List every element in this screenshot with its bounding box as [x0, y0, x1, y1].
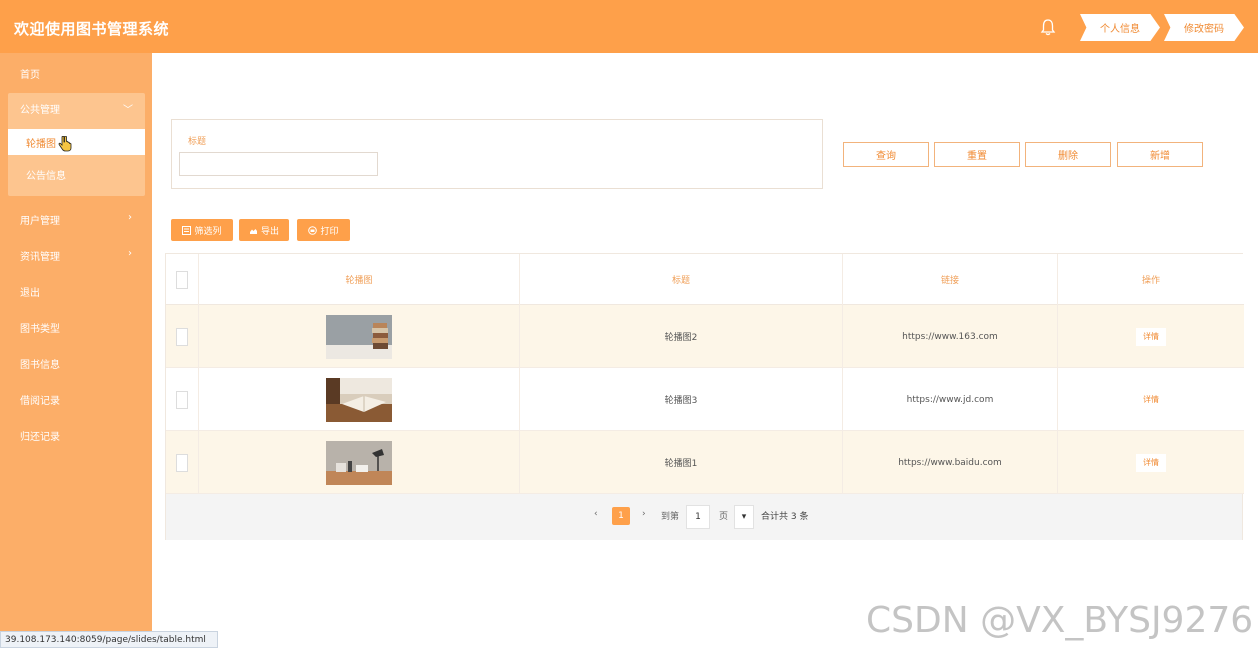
- column-header-action: 操作: [1141, 276, 1160, 286]
- select-all-cell: [166, 254, 199, 305]
- top-header: 欢迎使用图书管理系统 个人信息 修改密码: [0, 0, 1258, 53]
- sidebar-item-label: 借阅记录: [20, 395, 60, 407]
- row-checkbox[interactable]: [176, 390, 188, 409]
- row-title-cell: 轮播图1: [520, 431, 843, 494]
- search-panel: 标题: [171, 119, 823, 189]
- chevron-right-icon: ›: [128, 212, 132, 223]
- sidebar-item-label: 轮播图: [26, 138, 56, 150]
- table-header: 轮播图 标题 链接 操作: [166, 254, 1244, 305]
- row-link-cell: https://www.jd.com: [843, 368, 1058, 431]
- detail-button[interactable]: 详情: [1136, 390, 1166, 409]
- slides-table: 轮播图 标题 链接 操作 轮播图2 https://www.163.com 详情: [165, 253, 1244, 540]
- search-title-input[interactable]: [179, 152, 378, 176]
- chevron-down-icon: ﹀: [123, 105, 133, 116]
- sidebar-item-slides[interactable]: 轮播图: [8, 129, 145, 155]
- sidebar-item-label: 图书信息: [20, 359, 60, 371]
- row-title-cell: 轮播图3: [520, 368, 843, 431]
- watermark: CSDN @VX_BYSJ9276: [866, 600, 1254, 641]
- page-size-select[interactable]: ▾: [734, 505, 754, 529]
- column-header-image: 轮播图: [199, 254, 520, 305]
- query-button[interactable]: 查询: [843, 142, 929, 167]
- row-title-cell: 轮播图2: [520, 305, 843, 368]
- print-label: 打印: [320, 226, 339, 237]
- sidebar-item-label: 归还记录: [20, 431, 60, 443]
- row-image-cell: [199, 305, 520, 368]
- row-checkbox[interactable]: [176, 327, 188, 346]
- sidebar-item-book-types[interactable]: 图书类型: [0, 309, 152, 345]
- chevron-down-icon: ▾: [741, 512, 747, 522]
- sidebar-item-book-info[interactable]: 图书信息: [0, 345, 152, 381]
- sidebar-group-label: 公共管理: [20, 104, 60, 116]
- goto-page-input[interactable]: 1: [686, 505, 710, 529]
- export-icon: [249, 228, 257, 234]
- app-title: 欢迎使用图书管理系统: [14, 20, 170, 38]
- sidebar-item-label: 首页: [20, 69, 40, 81]
- sidebar-item-users[interactable]: 用户管理 ›: [0, 201, 152, 237]
- sidebar-item-label: 退出: [20, 287, 40, 299]
- pagination-bar: ‹ 1 › 到第 1 页 ▾ 合计共 3 条: [166, 494, 1242, 540]
- row-select-cell: [166, 368, 199, 431]
- hand-cursor-icon: [58, 136, 72, 152]
- row-action-cell: 详情: [1058, 431, 1244, 494]
- sidebar-item-borrow-records[interactable]: 借阅记录: [0, 381, 152, 417]
- row-link-cell: https://www.163.com: [843, 305, 1058, 368]
- sidebar-item-return-records[interactable]: 归还记录: [0, 417, 152, 453]
- row-action-cell: 详情: [1058, 305, 1244, 368]
- detail-button[interactable]: 详情: [1136, 327, 1166, 346]
- add-button[interactable]: 新增: [1117, 142, 1203, 167]
- export-button[interactable]: 导出: [239, 219, 289, 241]
- sidebar-item-label: 用户管理: [20, 215, 60, 227]
- export-label: 导出: [260, 226, 279, 237]
- sidebar-item-notices[interactable]: 公告信息: [8, 161, 145, 187]
- detail-button[interactable]: 详情: [1136, 453, 1166, 472]
- row-image-cell: [199, 368, 520, 431]
- print-icon: [308, 225, 318, 235]
- chevron-right-icon: ›: [128, 248, 132, 259]
- row-action-cell: 详情: [1058, 368, 1244, 431]
- delete-button[interactable]: 删除: [1025, 142, 1111, 167]
- page-number-current[interactable]: 1: [612, 507, 630, 525]
- change-password-button[interactable]: 修改密码: [1164, 14, 1244, 41]
- row-select-cell: [166, 305, 199, 368]
- filter-columns-button[interactable]: 筛选列: [171, 219, 233, 241]
- table-row: 轮播图2 https://www.163.com 详情: [166, 305, 1244, 368]
- filter-columns-icon: [182, 225, 192, 235]
- goto-label: 到第: [661, 512, 680, 522]
- sidebar-item-news[interactable]: 资讯管理 ›: [0, 237, 152, 273]
- bell-icon[interactable]: [1040, 18, 1056, 36]
- row-image-cell: [199, 431, 520, 494]
- sidebar-item-label: 资讯管理: [20, 251, 60, 263]
- sidebar-item-label: 图书类型: [20, 323, 60, 335]
- sidebar-item-label: 公告信息: [26, 170, 66, 182]
- slide-thumbnail-books: [326, 314, 392, 359]
- select-all-checkbox[interactable]: [176, 270, 188, 289]
- page-unit-label: 页: [719, 512, 729, 522]
- row-link-cell: https://www.baidu.com: [843, 431, 1058, 494]
- table-row: 轮播图3 https://www.jd.com 详情: [166, 368, 1244, 431]
- sidebar-group-public: 公共管理 ﹀ 轮播图 公告信息: [8, 93, 145, 196]
- slide-thumbnail-desk: [326, 440, 392, 485]
- profile-button[interactable]: 个人信息: [1080, 14, 1160, 41]
- sidebar-item-home[interactable]: 首页: [0, 55, 152, 91]
- table-row: 轮播图1 https://www.baidu.com 详情: [166, 431, 1244, 494]
- row-select-cell: [166, 431, 199, 494]
- browser-status-url: 39.108.173.140:8059/page/slides/table.ht…: [0, 631, 218, 648]
- column-header-link: 链接: [843, 254, 1058, 305]
- total-count-label: 合计共 3 条: [761, 512, 809, 522]
- slide-thumbnail-open-book: [326, 377, 392, 422]
- prev-page-icon[interactable]: ‹: [594, 509, 598, 519]
- print-button[interactable]: 打印: [297, 219, 350, 241]
- row-checkbox[interactable]: [176, 453, 188, 472]
- next-page-icon[interactable]: ›: [642, 509, 646, 519]
- sidebar: 首页 公共管理 ﹀ 轮播图 公告信息 用户管理 › 资讯管理 › 退出 图书类型…: [0, 53, 152, 648]
- filter-columns-label: 筛选列: [194, 226, 222, 237]
- search-title-label: 标题: [188, 137, 207, 147]
- sidebar-item-logout[interactable]: 退出: [0, 273, 152, 309]
- column-header-title: 标题: [520, 254, 843, 305]
- reset-button[interactable]: 重置: [934, 142, 1020, 167]
- sidebar-group-header[interactable]: 公共管理 ﹀: [8, 93, 145, 123]
